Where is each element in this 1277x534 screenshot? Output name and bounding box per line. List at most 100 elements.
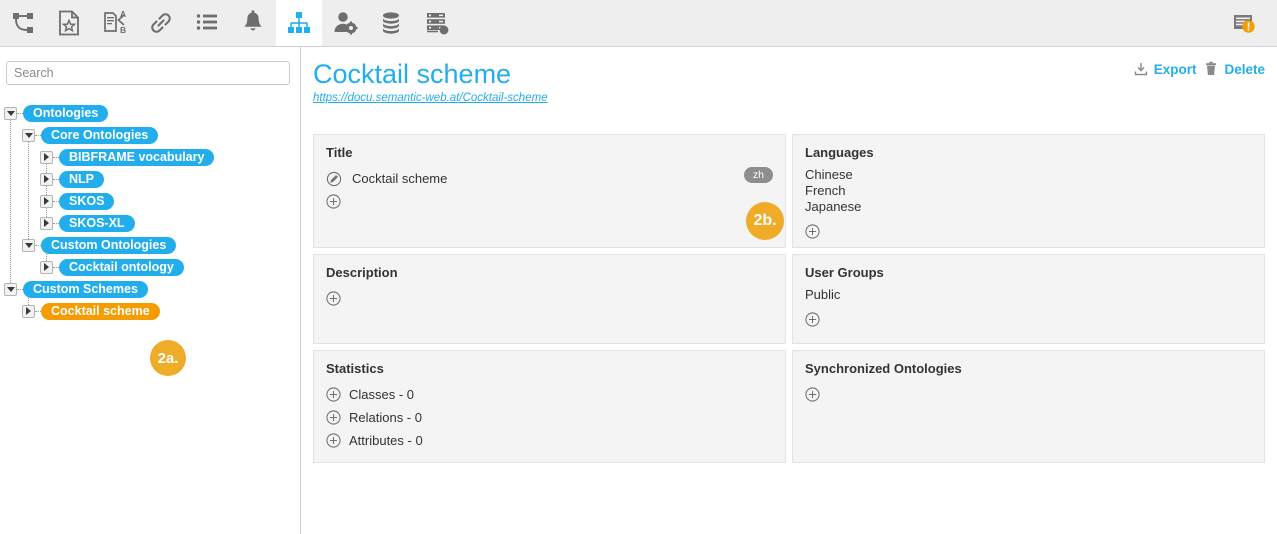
bell-icon	[244, 10, 262, 31]
tree-connector-vertical	[10, 113, 11, 289]
search-input[interactable]	[6, 61, 290, 85]
detail-panels: Title Cocktail scheme zh Languages Chine…	[313, 134, 1265, 463]
panel-title: Title Cocktail scheme zh	[313, 134, 786, 248]
tree-item-ontologies[interactable]: Ontologies	[0, 102, 301, 124]
tree-node-label[interactable]: Cocktail scheme	[41, 302, 160, 320]
tree-node-label[interactable]: Core Ontologies	[41, 126, 159, 144]
export-button[interactable]: Export	[1133, 61, 1197, 77]
panel-synchronized-ontologies: Synchronized Ontologies	[792, 350, 1265, 463]
statistics-label: Attributes - 0	[349, 432, 423, 448]
statistics-row: Classes - 0	[326, 383, 773, 406]
panel-synchronized-ontologies-heading: Synchronized Ontologies	[805, 361, 962, 376]
tree-node-label[interactable]: Cocktail ontology	[59, 258, 184, 276]
user-group-item: Public	[805, 287, 841, 302]
panel-user-groups: User Groups Public	[792, 254, 1265, 344]
panel-languages: Languages Chinese French Japanese	[792, 134, 1265, 248]
plus-icon[interactable]	[326, 433, 341, 448]
statistics-row: Attributes - 0	[326, 429, 773, 452]
statistics-row: Relations - 0	[326, 406, 773, 429]
tree-node-label[interactable]: BIBFRAME vocabulary	[59, 148, 215, 166]
tree-collapse-toggle[interactable]	[22, 238, 35, 252]
download-icon	[1134, 63, 1147, 76]
toolbar-link[interactable]	[138, 0, 184, 46]
tree-expand-toggle[interactable]	[40, 260, 53, 274]
toolbar-right-group	[1221, 0, 1267, 46]
tree-node-label[interactable]: SKOS	[59, 192, 115, 210]
tree-collapse-toggle[interactable]	[4, 282, 17, 296]
plus-icon[interactable]	[805, 312, 820, 327]
tree-node-label[interactable]: SKOS-XL	[59, 214, 135, 232]
tree-item-custom-ontologies[interactable]: Custom Ontologies	[0, 234, 301, 256]
annotation-marker-2a: 2a.	[150, 340, 186, 376]
toolbar-project-graph[interactable]	[0, 0, 46, 46]
svg-text:A: A	[120, 9, 126, 19]
export-label: Export	[1153, 61, 1197, 77]
toolbar-server-settings[interactable]	[414, 0, 460, 46]
panel-description: Description	[313, 254, 786, 344]
plus-icon[interactable]	[805, 387, 820, 402]
statistics-label: Classes - 0	[349, 386, 415, 402]
link-icon	[151, 13, 171, 33]
tree-node-label[interactable]: NLP	[59, 170, 104, 188]
toolbar-document-star[interactable]	[46, 0, 92, 46]
hierarchy-icon	[288, 12, 310, 33]
toolbar-document-translate[interactable]: AB	[92, 0, 138, 46]
top-toolbar: AB	[0, 0, 1277, 47]
log-warning-icon	[1234, 15, 1255, 33]
panel-title-heading: Title	[326, 145, 353, 160]
toolbar-list[interactable]	[184, 0, 230, 46]
toolbar-user-settings[interactable]	[322, 0, 368, 46]
tree-item-custom-schemes[interactable]: Custom Schemes	[0, 278, 301, 300]
ontology-tree: Ontologies Core Ontologies BIBFRAME vocabu…	[0, 102, 301, 376]
tree-item-core-ontologies[interactable]: Core Ontologies	[0, 124, 301, 146]
trash-icon	[1206, 61, 1217, 75]
plus-icon[interactable]	[326, 410, 341, 425]
description-add-row	[326, 287, 773, 310]
tree-connector-vertical	[28, 135, 29, 245]
tree-item-cocktail-scheme[interactable]: Cocktail scheme	[0, 300, 301, 322]
tree-collapse-toggle[interactable]	[4, 106, 17, 120]
toolbar-bell[interactable]	[230, 0, 276, 46]
plus-icon[interactable]	[326, 291, 341, 306]
database-icon	[383, 12, 399, 34]
tree-node-label[interactable]: Custom Ontologies	[41, 236, 177, 254]
page-title: Cocktail scheme	[313, 59, 512, 89]
tree-node-label[interactable]: Custom Schemes	[23, 280, 148, 298]
tree-expand-toggle[interactable]	[40, 194, 53, 208]
languages-add-row	[805, 220, 1252, 243]
page-url-link[interactable]: https://docu.semantic-web.at/Cocktail-sc…	[313, 92, 548, 104]
project-graph-icon	[13, 13, 33, 33]
edit-icon[interactable]	[326, 171, 342, 187]
panel-description-heading: Description	[326, 265, 398, 280]
tree-expand-toggle[interactable]	[22, 304, 35, 318]
svg-text:B: B	[120, 25, 126, 35]
title-value-row: Cocktail scheme	[326, 167, 773, 190]
tree-expand-toggle[interactable]	[40, 150, 53, 164]
statistics-label: Relations - 0	[349, 409, 422, 425]
language-item: Japanese	[805, 199, 862, 214]
user-settings-icon	[334, 12, 358, 35]
toolbar-log-warning[interactable]	[1221, 0, 1267, 46]
toolbar-hierarchy[interactable]	[276, 0, 322, 46]
server-settings-icon	[427, 13, 449, 35]
panel-languages-heading: Languages	[805, 145, 874, 160]
header-actions: Export Delete	[1133, 61, 1265, 77]
panel-user-groups-heading: User Groups	[805, 265, 884, 280]
plus-icon[interactable]	[326, 194, 341, 209]
toolbar-database[interactable]	[368, 0, 414, 46]
tree-expand-toggle[interactable]	[40, 216, 53, 230]
main-content: Cocktail scheme https://docu.semantic-we…	[302, 47, 1277, 534]
plus-icon[interactable]	[805, 224, 820, 239]
tree-connector-vertical	[46, 157, 47, 223]
delete-button[interactable]: Delete	[1203, 61, 1265, 77]
plus-icon[interactable]	[326, 387, 341, 402]
toolbar-button-group: AB	[0, 0, 460, 46]
tree-node-label[interactable]: Ontologies	[23, 104, 109, 122]
tree-expand-toggle[interactable]	[40, 172, 53, 186]
document-translate-icon: AB	[104, 9, 126, 35]
title-language-badge: zh	[743, 167, 773, 183]
sidebar: Ontologies Core Ontologies BIBFRAME vocabu…	[0, 47, 301, 534]
user-groups-add-row	[805, 308, 1252, 331]
tree-collapse-toggle[interactable]	[22, 128, 35, 142]
document-star-icon	[59, 10, 79, 36]
